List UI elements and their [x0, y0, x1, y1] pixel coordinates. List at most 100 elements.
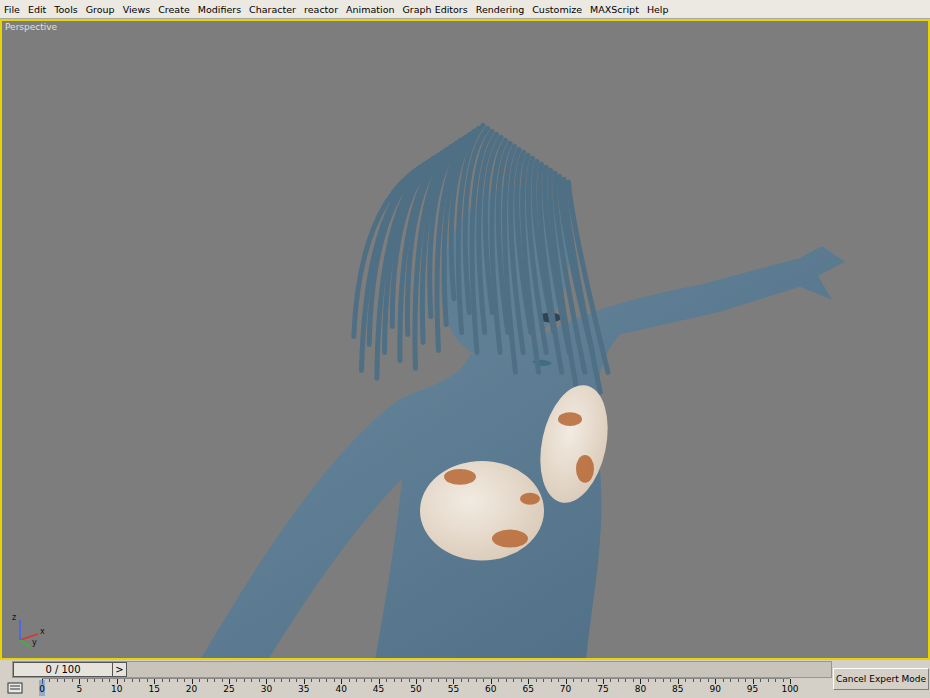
- frame-tick: [177, 679, 178, 682]
- frame-tick: [536, 679, 537, 682]
- menu-item[interactable]: Views: [123, 4, 151, 15]
- time-slider-thumb[interactable]: 0 / 100 >: [13, 662, 127, 677]
- menu-item[interactable]: Edit: [28, 4, 46, 15]
- menu-item[interactable]: Graph Editors: [402, 4, 467, 15]
- frame-tick: [409, 679, 410, 682]
- tick-label: 40: [335, 684, 346, 695]
- frame-tick: [109, 679, 110, 682]
- frame-tick: [528, 679, 529, 684]
- perspective-viewport[interactable]: Perspective z y x: [0, 19, 930, 660]
- frame-tick: [775, 679, 776, 682]
- frame-tick: [207, 679, 208, 682]
- character-model: [2, 21, 928, 658]
- menu-item[interactable]: Customize: [532, 4, 582, 15]
- frame-tick: [581, 679, 582, 682]
- frame-tick: [431, 679, 432, 682]
- frame-tick: [588, 679, 589, 682]
- shell-spots: [444, 412, 594, 547]
- frame-tick: [708, 679, 709, 682]
- frame-tick: [633, 679, 634, 682]
- frame-tick: [199, 679, 200, 682]
- frame-tick: [64, 679, 65, 682]
- frame-tick: [663, 679, 664, 682]
- frame-tick: [296, 679, 297, 682]
- frame-tick: [57, 679, 58, 682]
- frame-tick: [169, 679, 170, 682]
- frame-tick: [124, 679, 125, 682]
- tick-label: 55: [448, 684, 459, 695]
- hair-strands: [354, 126, 608, 393]
- frame-tick: [438, 679, 439, 682]
- viewport-label[interactable]: Perspective: [5, 22, 57, 32]
- menu-item[interactable]: MAXScript: [590, 4, 639, 15]
- frame-tick: [102, 679, 103, 682]
- frame-tick: [521, 679, 522, 682]
- menu-item[interactable]: Tools: [54, 4, 77, 15]
- frame-tick: [783, 679, 784, 682]
- axis-tripod-icon: z y x: [8, 614, 48, 650]
- menu-item[interactable]: Animation: [346, 4, 394, 15]
- frame-tick: [416, 679, 417, 684]
- frame-tick: [655, 679, 656, 682]
- frame-tick: [394, 679, 395, 682]
- app-window: File Edit Tools Group Views Create Modifiers Ch…: [0, 0, 930, 698]
- tick-label: 20: [186, 684, 197, 695]
- frame-tick: [79, 679, 80, 684]
- frame-tick: [274, 679, 275, 682]
- menu-item[interactable]: Help: [647, 4, 669, 15]
- frame-tick: [259, 679, 260, 682]
- menu-bar: File Edit Tools Group Views Create Modifiers Ch…: [0, 0, 930, 19]
- frame-tick: [513, 679, 514, 682]
- frame-tick: [685, 679, 686, 682]
- menu-item[interactable]: Character: [249, 4, 296, 15]
- tick-label: 65: [522, 684, 533, 695]
- frame-tick: [468, 679, 469, 682]
- frame-tick: [715, 679, 716, 684]
- frame-tick: [625, 679, 626, 682]
- frame-tick: [154, 679, 155, 684]
- frame-tick: [326, 679, 327, 682]
- frame-tick: [566, 679, 567, 684]
- tick-label: 10: [111, 684, 122, 695]
- frame-tick: [311, 679, 312, 682]
- next-frame-button[interactable]: >: [113, 662, 127, 677]
- frame-tick: [730, 679, 731, 682]
- frame-tick: [558, 679, 559, 682]
- menu-item[interactable]: File: [4, 4, 20, 15]
- frame-tick: [364, 679, 365, 682]
- frame-tick: [760, 679, 761, 682]
- menu-item[interactable]: Rendering: [476, 4, 525, 15]
- shell-left: [420, 461, 544, 561]
- frame-tick: [498, 679, 499, 682]
- menu-item[interactable]: Create: [158, 4, 190, 15]
- frame-tick: [117, 679, 118, 684]
- timeline: 0 / 100 > 051015202530354045505560657075…: [0, 660, 832, 698]
- frame-tick: [401, 679, 402, 682]
- frame-ruler[interactable]: 0510152025303540455055606570758085909510…: [42, 678, 790, 698]
- tick-label: 30: [261, 684, 272, 695]
- frame-tick: [341, 679, 342, 684]
- frame-tick: [603, 679, 604, 684]
- frame-tick: [371, 679, 372, 682]
- frame-tick: [453, 679, 454, 684]
- tick-label: 75: [597, 684, 608, 695]
- frame-tick: [184, 679, 185, 682]
- frame-tick: [244, 679, 245, 682]
- time-slider[interactable]: 0 / 100 >: [12, 661, 832, 678]
- menu-item[interactable]: Group: [86, 4, 115, 15]
- frame-tick: [72, 679, 73, 682]
- tick-label: 60: [485, 684, 496, 695]
- tick-label: 80: [635, 684, 646, 695]
- frame-tick: [423, 679, 424, 682]
- frame-tick: [147, 679, 148, 682]
- menu-item[interactable]: Modifiers: [198, 4, 241, 15]
- key-filter-icon[interactable]: [0, 678, 30, 698]
- axis-label: y: [32, 639, 37, 647]
- frame-tick: [446, 679, 447, 682]
- track-bar[interactable]: 0510152025303540455055606570758085909510…: [0, 678, 832, 698]
- frame-tick: [229, 679, 230, 684]
- menu-item[interactable]: reactor: [304, 4, 338, 15]
- cancel-expert-mode-button[interactable]: Cancel Expert Mode: [833, 668, 929, 690]
- frame-tick: [573, 679, 574, 682]
- frame-tick: [222, 679, 223, 682]
